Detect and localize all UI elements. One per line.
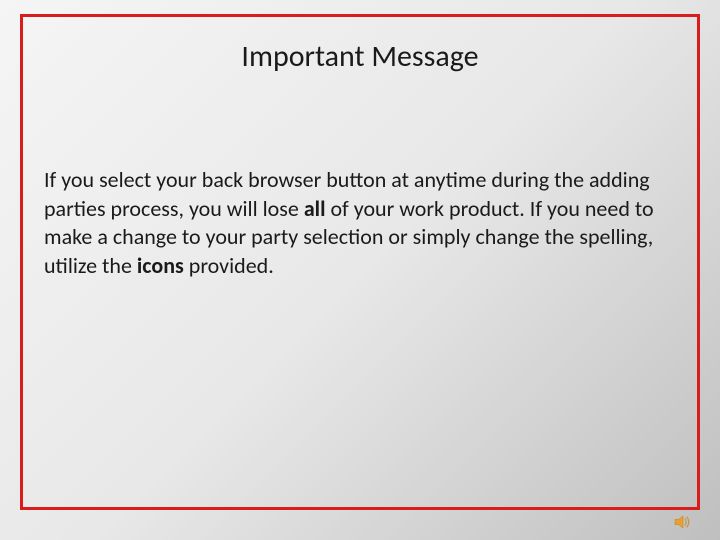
- speaker-icon: [674, 514, 692, 530]
- body-bold-icons: icons: [137, 252, 184, 279]
- body-bold-all: all: [304, 195, 326, 222]
- body-part3: provided.: [184, 252, 274, 279]
- message-title: Important Message: [0, 38, 720, 75]
- message-body: If you select your back browser button a…: [44, 166, 676, 280]
